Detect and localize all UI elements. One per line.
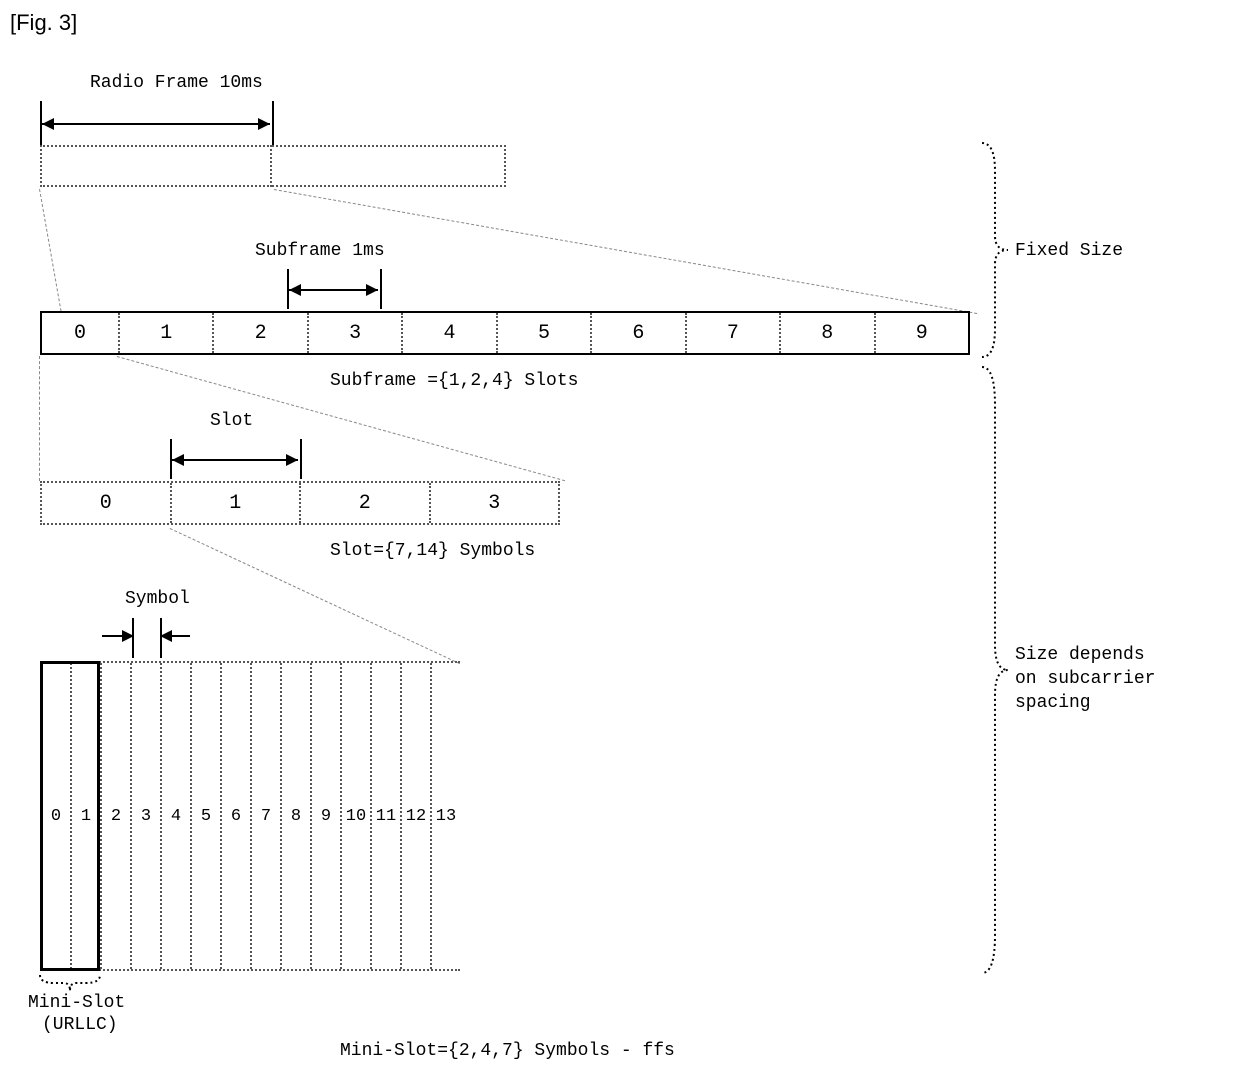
subframe-cell: 9 — [876, 313, 968, 353]
slot-symbols-label: Slot={7,14} Symbols — [330, 541, 535, 561]
symbol-grid: 0 1 2 3 4 5 6 7 8 9 10 11 12 13 — [40, 661, 460, 971]
subframe-cell: 4 — [403, 313, 497, 353]
symbol-cell: 6 — [222, 663, 252, 969]
expand-line — [39, 356, 40, 481]
symbol-cell: 2 — [102, 663, 132, 969]
expand-line — [39, 189, 62, 311]
symbol-cell: 12 — [402, 663, 432, 969]
arrow-head — [122, 630, 134, 642]
slot-cell: 0 — [42, 483, 172, 523]
symbol-cell: 0 — [40, 663, 72, 969]
variable-size-line2: on subcarrier — [1015, 669, 1155, 689]
radio-frame-bar — [40, 145, 508, 187]
symbol-label: Symbol — [125, 589, 190, 609]
symbol-cell: 1 — [72, 663, 102, 969]
tick — [272, 101, 274, 145]
symbol-cell: 5 — [192, 663, 222, 969]
symbol-cell: 8 — [282, 663, 312, 969]
tick — [300, 439, 302, 479]
symbol-cell: 9 — [312, 663, 342, 969]
slot-cell: 1 — [172, 483, 302, 523]
subframe-cell: 0 — [42, 313, 120, 353]
radio-frame-dim — [42, 123, 270, 125]
subframe-cell: 8 — [781, 313, 875, 353]
radio-frame-half-2 — [272, 145, 506, 187]
brace-fixed — [980, 141, 1010, 365]
slot-row: 0 1 2 3 — [40, 481, 560, 525]
radio-frame-label: Radio Frame 10ms — [90, 73, 263, 93]
subframe-cell: 6 — [592, 313, 686, 353]
slot-cell: 2 — [301, 483, 431, 523]
subframe-label: Subframe 1ms — [255, 241, 385, 261]
subframe-cell: 2 — [214, 313, 308, 353]
variable-size-line3: spacing — [1015, 693, 1091, 713]
subframe-cell: 3 — [309, 313, 403, 353]
subframe-cell: 7 — [687, 313, 781, 353]
mini-slot-bottom-label: Mini-Slot={2,4,7} Symbols - ffs — [340, 1041, 675, 1061]
subframe-dim — [289, 289, 378, 291]
mini-slot-sub-label: (URLLC) — [42, 1015, 118, 1035]
brace-variable — [980, 365, 1010, 981]
slot-cell: 3 — [431, 483, 559, 523]
tick — [380, 269, 382, 309]
fixed-size-label: Fixed Size — [1015, 241, 1123, 261]
symbol-cell: 4 — [162, 663, 192, 969]
symbol-cell: 11 — [372, 663, 402, 969]
variable-size-line1: Size depends — [1015, 645, 1145, 665]
diagram-container: Radio Frame 10ms Subframe 1ms 0 1 2 3 4 … — [10, 41, 1210, 1061]
subframe-row: 0 1 2 3 4 5 6 7 8 9 — [40, 311, 970, 355]
symbol-cell: 13 — [432, 663, 460, 969]
arrow-head — [160, 630, 172, 642]
figure-label: [Fig. 3] — [10, 10, 1230, 36]
symbol-cell: 3 — [132, 663, 162, 969]
mini-slot-label: Mini-Slot — [28, 993, 125, 1013]
symbol-cell: 10 — [342, 663, 372, 969]
radio-frame-half-1 — [40, 145, 272, 187]
symbol-cell: 7 — [252, 663, 282, 969]
subframe-cell: 5 — [498, 313, 592, 353]
slot-label: Slot — [210, 411, 253, 431]
mini-slot-brace — [38, 973, 102, 993]
subframe-slots-label: Subframe ={1,2,4} Slots — [330, 371, 578, 391]
slot-dim — [172, 459, 298, 461]
subframe-cell: 1 — [120, 313, 214, 353]
